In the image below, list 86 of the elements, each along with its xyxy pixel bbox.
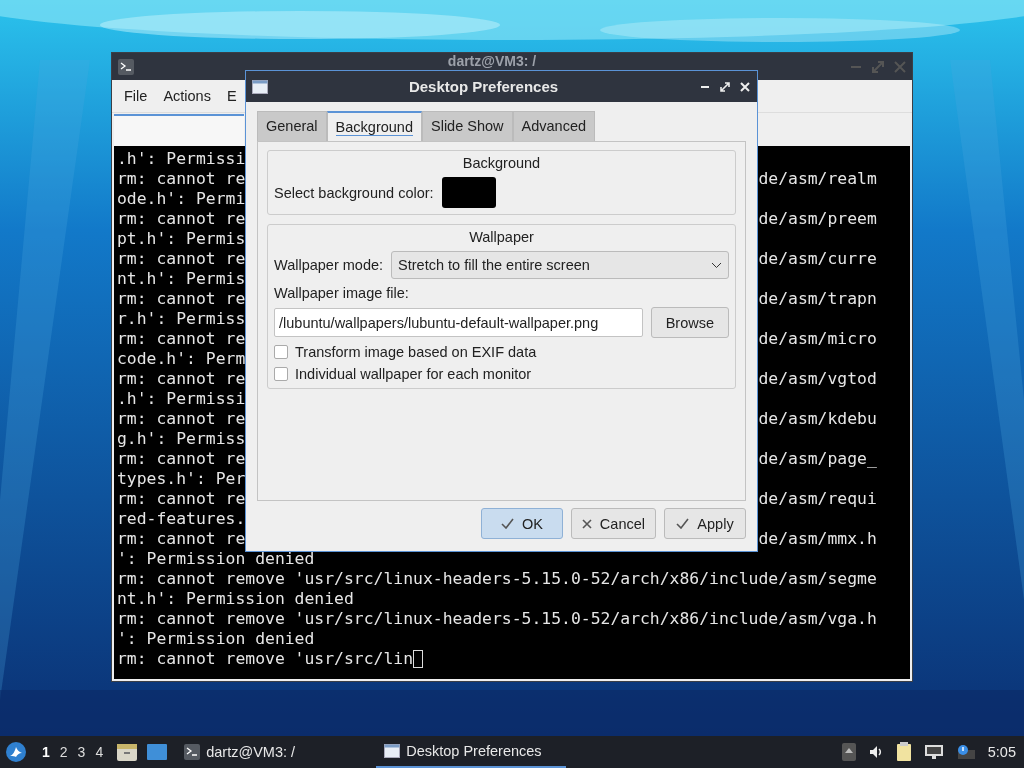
terminal-line: g.h': Permiss [117, 429, 246, 449]
menu-item[interactable]: Actions [155, 84, 219, 108]
checkbox-label: Individual wallpaper for each monitor [295, 366, 532, 382]
field-label: Wallpaper mode: [274, 257, 384, 273]
tab[interactable]: General [257, 111, 327, 141]
dialog-button[interactable]: Cancel [570, 508, 656, 539]
workspace-button[interactable]: 2 [54, 742, 73, 762]
window-title: dartz@VM3: / [446, 54, 538, 69]
taskbar-task[interactable]: dartz@VM3: / [176, 736, 377, 768]
field-label: Select background color: [274, 184, 434, 201]
terminal-line: rm: cannot re [117, 449, 246, 469]
checkbox[interactable] [274, 345, 288, 359]
terminal-line: de/asm/requi [758, 489, 877, 509]
network-icon[interactable] [923, 744, 944, 760]
terminal-tab[interactable] [114, 114, 244, 146]
group-title: Wallpaper [469, 229, 534, 245]
terminal-line: code.h': Perm [117, 349, 246, 369]
terminal-line: nt.h': Permission denied [117, 589, 354, 609]
terminal-line: nt.h': Permis [117, 269, 246, 289]
notification-icon[interactable] [955, 744, 976, 760]
terminal-line: ': Permission denied [117, 549, 315, 569]
dialog-title: Desktop Preferences [407, 78, 560, 95]
terminal-line: rm: cannot remove 'usr/src/linux-headers-5.15.0-52/arch/x86/include/asm/segme [117, 569, 877, 589]
terminal-line: rm: cannot remove 'usr/src/linux-headers-5.15.0-52/arch/x86/include/asm/vga.h [117, 609, 877, 629]
clock[interactable]: 5:05 [987, 744, 1016, 760]
tab[interactable]: Background [326, 111, 422, 141]
terminal-line: rm: cannot re [117, 409, 246, 429]
start-menu-icon[interactable] [5, 741, 27, 763]
terminal-line: rm: cannot re [117, 209, 246, 229]
terminal-line: red-features. [117, 509, 246, 529]
terminal-line: rm: cannot re [117, 329, 246, 349]
tab[interactable]: Advanced [512, 111, 596, 141]
terminal-line: de/asm/trapn [758, 289, 877, 309]
chevron-icon [711, 261, 722, 269]
terminal-line: rm: cannot re [117, 369, 246, 389]
desktop-icon[interactable] [146, 743, 169, 761]
file-manager-icon[interactable] [116, 742, 139, 762]
terminal-line: pt.h': Permis [117, 229, 246, 249]
terminal-line: ode.h': Permi [117, 189, 246, 209]
terminal-line: .h': Permissi [117, 389, 246, 409]
terminal-line: rm: cannot re [117, 489, 246, 509]
dialog-button[interactable]: OK [480, 508, 563, 539]
terminal-line: de/asm/vgtod [758, 369, 877, 389]
terminal-line: de/asm/realm [758, 169, 877, 189]
terminal-line: r.h': Permiss [117, 309, 246, 329]
clipboard-icon[interactable] [895, 742, 912, 762]
speaker-icon[interactable] [867, 744, 884, 760]
menu-item[interactable]: E [218, 84, 245, 108]
cursor-icon [413, 650, 424, 668]
terminal-line: rm: cannot re [117, 249, 246, 269]
terminal-line: rm: cannot re [117, 289, 246, 309]
menu-item[interactable]: File [116, 84, 156, 108]
workspace-button[interactable]: 4 [90, 742, 109, 762]
terminal-line: .h': Permissi [117, 149, 246, 169]
terminal-line: rm: cannot re [117, 529, 246, 549]
group-title: Background [462, 155, 541, 171]
checkbox[interactable] [274, 367, 288, 381]
terminal-line: de/asm/kdebu [758, 409, 877, 429]
terminal-icon [118, 58, 134, 75]
window-icon [384, 744, 401, 758]
terminal-line: de/asm/page_ [758, 449, 877, 469]
color-swatch[interactable] [441, 177, 496, 208]
terminal-line: de/asm/curre [758, 249, 877, 269]
workspace-button[interactable]: 3 [72, 742, 91, 762]
dialog-button[interactable]: Apply [664, 508, 746, 539]
terminal-line: rm: cannot re [117, 169, 246, 189]
checkbox-label: Transform image based on EXIF data [295, 344, 537, 360]
terminal-line: rm: cannot remove 'usr/src/lin [117, 649, 414, 669]
terminal-line: types.h': Per [117, 469, 246, 489]
taskbar-task[interactable]: Desktop Preferences [376, 736, 567, 768]
field-label: Wallpaper image file: [274, 285, 410, 301]
terminal-icon [184, 744, 201, 760]
check-icon [676, 518, 690, 529]
terminal-line: de/asm/micro [758, 329, 877, 349]
tab[interactable]: Slide Show [422, 111, 513, 141]
check-icon [500, 518, 514, 529]
window-icon [252, 79, 268, 94]
workspace-button[interactable]: 1 [37, 742, 55, 762]
terminal-line: ': Permission denied [117, 629, 315, 649]
mode-dropdown[interactable]: Stretch to fill the entire screen [391, 251, 729, 279]
terminal-line: de/asm/preem [758, 209, 877, 229]
cross-icon [581, 518, 592, 529]
terminal-line: de/asm/mmx.h [758, 529, 877, 549]
browse-button[interactable]: Browse [650, 307, 729, 338]
tray-up-icon[interactable] [841, 743, 856, 761]
file-path-field[interactable]: /lubuntu/wallpapers/lubuntu-default-wallpaper.png [274, 308, 643, 337]
